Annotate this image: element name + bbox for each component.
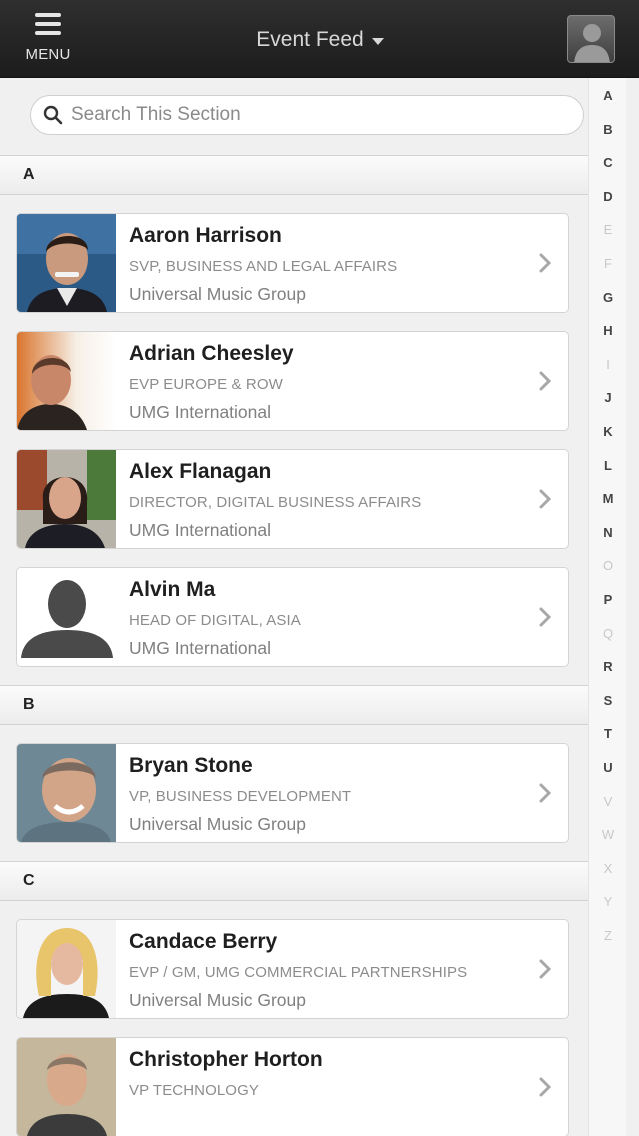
- section-header-c: C: [0, 861, 588, 901]
- index-letter-s[interactable]: S: [589, 693, 627, 708]
- person-title: VP, BUSINESS DEVELOPMENT: [129, 788, 352, 805]
- people-list: A Aaron Harrison SVP, BUSINESS AND LEGAL…: [0, 155, 588, 1136]
- person-organization: Universal Music Group: [129, 990, 306, 1010]
- profile-photo: [17, 214, 116, 312]
- person-name: Aaron Harrison: [129, 224, 282, 247]
- index-letter-r[interactable]: R: [589, 659, 627, 674]
- person-organization: UMG International: [129, 520, 272, 540]
- person-card[interactable]: Alvin Ma HEAD OF DIGITAL, ASIA UMG Inter…: [16, 567, 569, 667]
- person-organization: UMG International: [129, 638, 272, 658]
- chevron-right-icon: [539, 607, 552, 627]
- index-letter-z[interactable]: Z: [589, 928, 627, 943]
- top-navigation-bar: MENU Event Feed: [0, 0, 639, 78]
- person-title: HEAD OF DIGITAL, ASIA: [129, 612, 301, 629]
- search-input[interactable]: [71, 104, 551, 126]
- chevron-right-icon: [539, 1077, 552, 1097]
- event-feed-dropdown[interactable]: Event Feed: [220, 22, 420, 58]
- index-letter-w[interactable]: W: [589, 827, 627, 842]
- person-title: DIRECTOR, DIGITAL BUSINESS AFFAIRS: [129, 494, 422, 511]
- person-name: Bryan Stone: [129, 754, 253, 777]
- profile-photo: [17, 450, 116, 548]
- person-name: Adrian Cheesley: [129, 342, 294, 365]
- menu-label: MENU: [25, 46, 71, 63]
- user-silhouette-icon: [574, 24, 610, 62]
- profile-avatar-button[interactable]: [567, 15, 615, 63]
- person-organization: Universal Music Group: [129, 814, 306, 834]
- index-letter-d[interactable]: D: [589, 189, 627, 204]
- index-letter-b[interactable]: B: [589, 122, 627, 137]
- index-letter-v[interactable]: V: [589, 794, 627, 809]
- index-letter-o[interactable]: O: [589, 558, 627, 573]
- index-letter-l[interactable]: L: [589, 458, 627, 473]
- caret-down-icon: [371, 37, 384, 45]
- person-title: EVP EUROPE & ROW: [129, 376, 283, 393]
- person-card[interactable]: Alex Flanagan DIRECTOR, DIGITAL BUSINESS…: [16, 449, 569, 549]
- section-header-b: B: [0, 685, 588, 725]
- index-letter-a[interactable]: A: [589, 88, 627, 103]
- alphabet-index[interactable]: A B C D E F G H I J K L M N O P Q R S T U V W X Y Z: [588, 78, 626, 1136]
- chevron-right-icon: [539, 253, 552, 273]
- chevron-right-icon: [539, 783, 552, 803]
- index-letter-p[interactable]: P: [589, 592, 627, 607]
- index-letter-h[interactable]: H: [589, 323, 627, 338]
- profile-photo: [17, 920, 116, 1018]
- index-letter-y[interactable]: Y: [589, 894, 627, 909]
- person-title: SVP, BUSINESS AND LEGAL AFFAIRS: [129, 258, 398, 275]
- profile-photo: [17, 744, 116, 842]
- profile-photo: [17, 1038, 116, 1136]
- search-bar-container: [0, 78, 588, 156]
- person-card[interactable]: Candace Berry EVP / GM, UMG COMMERCIAL P…: [16, 919, 569, 1019]
- index-letter-n[interactable]: N: [589, 525, 627, 540]
- search-icon: [43, 105, 63, 125]
- person-card[interactable]: Aaron Harrison SVP, BUSINESS AND LEGAL A…: [16, 213, 569, 313]
- index-letter-u[interactable]: U: [589, 760, 627, 775]
- index-letter-k[interactable]: K: [589, 424, 627, 439]
- index-letter-m[interactable]: M: [589, 491, 627, 506]
- person-title: VP TECHNOLOGY: [129, 1082, 259, 1099]
- person-name: Alex Flanagan: [129, 460, 272, 483]
- person-card[interactable]: Bryan Stone VP, BUSINESS DEVELOPMENT Uni…: [16, 743, 569, 843]
- person-card[interactable]: Adrian Cheesley EVP EUROPE & ROW UMG Int…: [16, 331, 569, 431]
- person-organization: Universal Music Group: [129, 284, 306, 304]
- person-name: Alvin Ma: [129, 578, 216, 601]
- search-field[interactable]: [30, 95, 584, 135]
- person-name: Christopher Horton: [129, 1048, 323, 1071]
- hamburger-icon: [35, 13, 61, 35]
- chevron-right-icon: [539, 489, 552, 509]
- index-letter-e[interactable]: E: [589, 222, 627, 237]
- chevron-right-icon: [539, 371, 552, 391]
- index-letter-c[interactable]: C: [589, 155, 627, 170]
- index-letter-x[interactable]: X: [589, 861, 627, 876]
- profile-photo: [17, 332, 116, 430]
- index-letter-i[interactable]: I: [589, 357, 627, 372]
- person-card[interactable]: Christopher Horton VP TECHNOLOGY: [16, 1037, 569, 1136]
- index-letter-f[interactable]: F: [589, 256, 627, 271]
- index-letter-q[interactable]: Q: [589, 626, 627, 641]
- chevron-right-icon: [539, 959, 552, 979]
- index-letter-t[interactable]: T: [589, 726, 627, 741]
- placeholder-person-icon: [17, 568, 116, 666]
- page-title: Event Feed: [256, 28, 364, 51]
- person-name: Candace Berry: [129, 930, 278, 953]
- menu-button[interactable]: MENU: [22, 10, 74, 68]
- section-header-a: A: [0, 155, 588, 195]
- person-title: EVP / GM, UMG COMMERCIAL PARTNERSHIPS: [129, 964, 468, 981]
- index-letter-j[interactable]: J: [589, 390, 627, 405]
- index-letter-g[interactable]: G: [589, 290, 627, 305]
- person-organization: UMG International: [129, 402, 272, 422]
